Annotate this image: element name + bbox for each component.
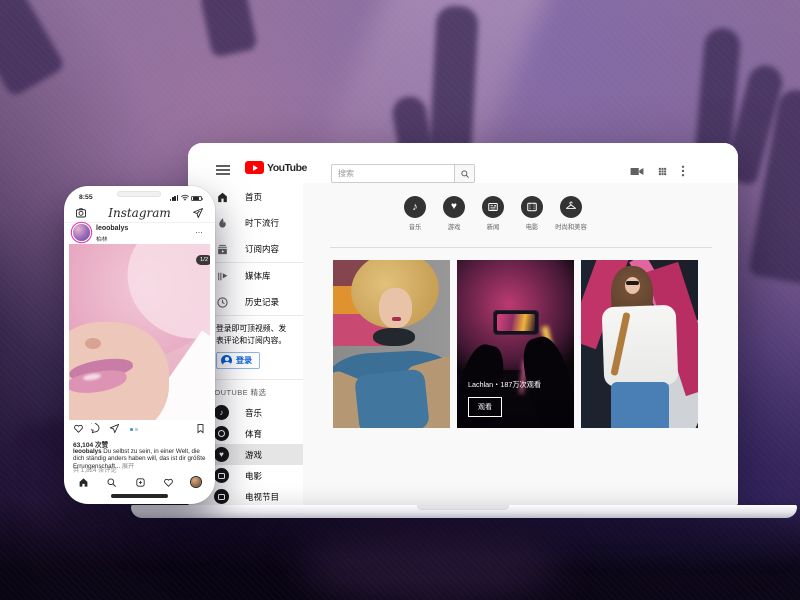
signin-button[interactable]: 登录 [216, 352, 260, 369]
person-icon [221, 355, 232, 366]
direct-message-icon[interactable] [192, 207, 204, 219]
watch-button[interactable]: 观看 [468, 397, 502, 417]
crowd-dark-foreground [300, 522, 560, 600]
music-note-icon: ♪ [404, 196, 426, 218]
category-music[interactable]: ♪ 音乐 [404, 196, 426, 231]
post-username[interactable]: leoobalys [96, 225, 128, 232]
carousel-dots [130, 428, 138, 431]
post-actions [64, 423, 215, 436]
battery-icon [191, 196, 202, 202]
home-indicator[interactable] [111, 494, 168, 498]
wifi-icon [181, 194, 189, 201]
youtube-header: YouTube [188, 143, 738, 183]
post-location[interactable]: 柏林 [96, 234, 108, 243]
nav-search-icon[interactable] [106, 477, 117, 488]
crowd-hand-silhouette [0, 0, 66, 98]
laptop-base [131, 505, 797, 518]
comment-icon[interactable] [91, 423, 102, 434]
tv-icon [214, 489, 229, 504]
post-image[interactable]: 1/2 [69, 244, 210, 420]
video-card-1[interactable] [333, 260, 450, 428]
instagram-bottom-nav [64, 473, 215, 491]
instagram-logo: Instagram [108, 206, 171, 220]
hanger-icon [560, 196, 582, 218]
header-actions [630, 165, 685, 177]
search-bar [331, 164, 475, 183]
caption-username[interactable]: leoobalys [73, 448, 102, 455]
history-clock-icon [216, 296, 229, 309]
category-gaming[interactable]: ♥ 游戏 [443, 196, 465, 231]
laptop-screen: YouTube [188, 143, 738, 505]
content-divider [330, 247, 712, 248]
status-icons [170, 194, 202, 201]
scene: YouTube [0, 0, 800, 600]
nav-profile-avatar[interactable] [191, 477, 201, 487]
youtube-main-content: ♪ 音乐 ♥ 游戏 新闻 [303, 183, 738, 505]
youtube-logo-text: YouTube [267, 162, 307, 174]
camera-icon[interactable] [75, 207, 87, 219]
category-movies[interactable]: 电影 [521, 196, 543, 231]
like-heart-icon[interactable] [73, 423, 84, 434]
status-time: 8:55 [79, 194, 93, 201]
instagram-header: Instagram [64, 204, 215, 223]
phone-notch [117, 191, 161, 197]
subscriptions-icon [216, 243, 229, 256]
search-icon [460, 169, 470, 179]
movie-icon [214, 468, 229, 483]
post-header: leoobalys 柏林 … [64, 224, 215, 239]
nav-activity-heart-icon[interactable] [163, 477, 174, 488]
category-row: ♪ 音乐 ♥ 游戏 新闻 [404, 196, 582, 231]
post-avatar[interactable] [73, 224, 90, 241]
share-icon[interactable] [109, 423, 120, 434]
menu-hamburger-icon[interactable] [216, 165, 230, 175]
newspaper-icon [482, 196, 504, 218]
category-fashion-beauty[interactable]: 时尚和美容 [560, 196, 582, 231]
gaming-icon: ♥ [214, 447, 229, 462]
sports-ball-icon [214, 426, 229, 441]
fire-icon [216, 217, 229, 230]
video-meta: Lachlan・187万次观看 [468, 380, 541, 390]
youtube-body: 首页 时下流行 订阅内容 媒体库 历史记录 [188, 183, 738, 505]
crowd-hand-silhouette [429, 5, 479, 159]
gaming-heart-icon: ♥ [443, 196, 465, 218]
video-card-3[interactable] [581, 260, 698, 428]
youtube-logo[interactable]: YouTube [245, 161, 307, 174]
bookmark-icon[interactable] [195, 423, 206, 434]
carousel-counter-badge: 1/2 [196, 255, 210, 265]
signin-promo-text: 登录即可顶视频、发表评论和订阅内容。 [216, 323, 291, 346]
nav-home-icon[interactable] [78, 477, 89, 488]
crowd-hand-silhouette [198, 0, 258, 58]
laptop-lid-notch [417, 505, 509, 510]
video-card-2[interactable]: Lachlan・187万次观看 观看 [457, 260, 574, 428]
youtube-play-icon [245, 161, 264, 174]
apps-grid-icon[interactable] [657, 166, 668, 177]
search-button[interactable] [454, 165, 474, 182]
home-icon [216, 191, 229, 204]
signin-button-label: 登录 [236, 355, 252, 366]
caption-expand-link[interactable]: 展开 [122, 463, 134, 470]
phone-screen: 8:55 Instagram leoobalys 柏林 … 1/2 [64, 186, 215, 504]
upload-video-icon[interactable] [630, 166, 644, 177]
music-note-icon: ♪ [214, 405, 229, 420]
film-strip-icon [521, 196, 543, 218]
video-cards: Lachlan・187万次观看 观看 [333, 260, 698, 428]
search-input[interactable] [332, 165, 454, 182]
kebab-menu-icon[interactable] [681, 165, 685, 177]
library-icon [216, 270, 229, 283]
nav-new-post-icon[interactable] [135, 477, 146, 488]
category-news[interactable]: 新闻 [482, 196, 504, 231]
post-options-icon[interactable]: … [195, 226, 204, 235]
signal-icon [170, 195, 178, 201]
